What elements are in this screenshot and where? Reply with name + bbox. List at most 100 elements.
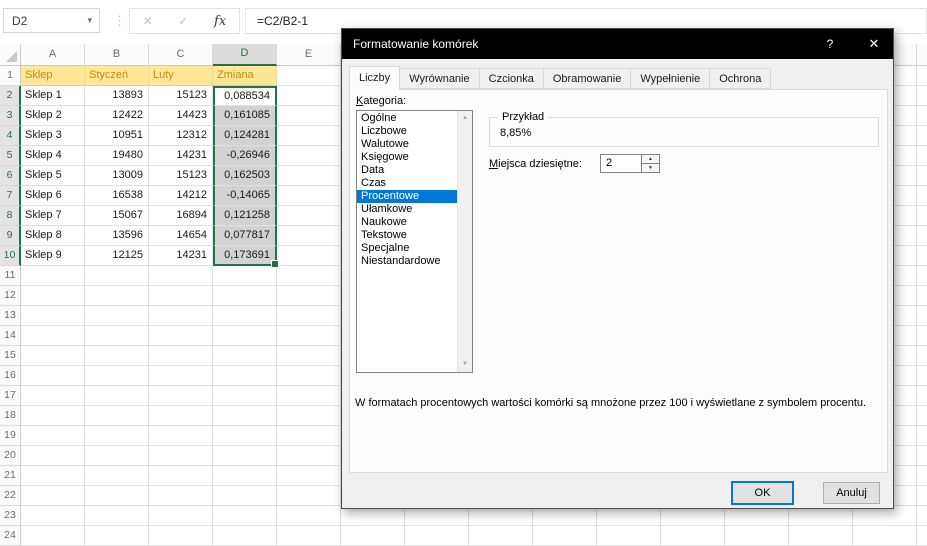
cell-C5[interactable]: 14231 <box>149 146 213 166</box>
cell[interactable] <box>405 526 469 546</box>
cell-C13[interactable] <box>149 306 213 326</box>
cell-B20[interactable] <box>85 446 149 466</box>
row-header-23[interactable]: 23 <box>0 506 21 526</box>
cell-A4[interactable]: Sklep 3 <box>21 126 85 146</box>
row-header-7[interactable]: 7 <box>0 186 21 206</box>
cell[interactable] <box>725 506 789 526</box>
cell[interactable] <box>917 226 927 246</box>
cell-D2[interactable]: 0,088534 <box>213 86 277 106</box>
cell[interactable] <box>917 326 927 346</box>
cell-E4[interactable] <box>277 126 341 146</box>
cell[interactable] <box>341 526 405 546</box>
cell-A11[interactable] <box>21 266 85 286</box>
category-item-naukowe[interactable]: Naukowe <box>357 216 457 229</box>
cell-A23[interactable] <box>21 506 85 526</box>
row-header-4[interactable]: 4 <box>0 126 21 146</box>
cell-B14[interactable] <box>85 326 149 346</box>
cell-C23[interactable] <box>149 506 213 526</box>
row-header-14[interactable]: 14 <box>0 326 21 346</box>
cell-D6[interactable]: 0,162503 <box>213 166 277 186</box>
select-all-corner[interactable] <box>0 44 21 66</box>
decimal-places-value[interactable]: 2 <box>606 157 612 169</box>
cell-D10[interactable]: 0,173691 <box>213 246 277 266</box>
cell-D18[interactable] <box>213 406 277 426</box>
column-header[interactable] <box>917 44 927 66</box>
cell[interactable] <box>917 306 927 326</box>
cell[interactable] <box>405 506 469 526</box>
cell-C4[interactable]: 12312 <box>149 126 213 146</box>
cell-C3[interactable]: 14423 <box>149 106 213 126</box>
cell[interactable] <box>917 246 927 266</box>
cell-E9[interactable] <box>277 226 341 246</box>
cell-E18[interactable] <box>277 406 341 426</box>
cell[interactable] <box>469 506 533 526</box>
tab-wyrównanie[interactable]: Wyrównanie <box>399 68 479 89</box>
cell-D21[interactable] <box>213 466 277 486</box>
cell-C18[interactable] <box>149 406 213 426</box>
cell-D19[interactable] <box>213 426 277 446</box>
cell-A15[interactable] <box>21 346 85 366</box>
cell-E13[interactable] <box>277 306 341 326</box>
cell-C8[interactable]: 16894 <box>149 206 213 226</box>
cell-A24[interactable] <box>21 526 85 546</box>
cell-B6[interactable]: 13009 <box>85 166 149 186</box>
category-item-ogólne[interactable]: Ogólne <box>357 112 457 125</box>
cell-C10[interactable]: 14231 <box>149 246 213 266</box>
row-header-22[interactable]: 22 <box>0 486 21 506</box>
cell-D5[interactable]: -0,26946 <box>213 146 277 166</box>
cell-B12[interactable] <box>85 286 149 306</box>
cell-D22[interactable] <box>213 486 277 506</box>
cell-C11[interactable] <box>149 266 213 286</box>
cancel-entry-icon[interactable]: ✕ <box>143 14 153 28</box>
cell[interactable] <box>917 266 927 286</box>
cell-E23[interactable] <box>277 506 341 526</box>
cell[interactable] <box>917 366 927 386</box>
cell-C14[interactable] <box>149 326 213 346</box>
cell[interactable] <box>341 506 405 526</box>
scroll-up-icon[interactable]: ▲ <box>458 111 472 126</box>
cell-E22[interactable] <box>277 486 341 506</box>
cell-E3[interactable] <box>277 106 341 126</box>
listbox-scrollbar[interactable]: ▲ ▼ <box>457 111 472 372</box>
cell-B10[interactable]: 12125 <box>85 246 149 266</box>
cell-D1[interactable]: Zmiana <box>213 66 277 86</box>
cell-D15[interactable] <box>213 346 277 366</box>
cell-D24[interactable] <box>213 526 277 546</box>
cell-B21[interactable] <box>85 466 149 486</box>
cell-E12[interactable] <box>277 286 341 306</box>
cell-A16[interactable] <box>21 366 85 386</box>
cell-D7[interactable]: -0,14065 <box>213 186 277 206</box>
cell-D3[interactable]: 0,161085 <box>213 106 277 126</box>
tab-wypełnienie[interactable]: Wypełnienie <box>630 68 710 89</box>
category-item-księgowe[interactable]: Księgowe <box>357 151 457 164</box>
cell-A21[interactable] <box>21 466 85 486</box>
cell[interactable] <box>917 206 927 226</box>
cell-E24[interactable] <box>277 526 341 546</box>
cell[interactable] <box>917 446 927 466</box>
category-item-tekstowe[interactable]: Tekstowe <box>357 229 457 242</box>
cell-A1[interactable]: Sklep <box>21 66 85 86</box>
cell-E8[interactable] <box>277 206 341 226</box>
cell[interactable] <box>533 526 597 546</box>
cell-D12[interactable] <box>213 286 277 306</box>
cell-B1[interactable]: Styczeń <box>85 66 149 86</box>
cell-C22[interactable] <box>149 486 213 506</box>
cell-D13[interactable] <box>213 306 277 326</box>
cell[interactable] <box>661 506 725 526</box>
cell-E14[interactable] <box>277 326 341 346</box>
cell-D11[interactable] <box>213 266 277 286</box>
category-item-data[interactable]: Data <box>357 164 457 177</box>
cell-A19[interactable] <box>21 426 85 446</box>
cell[interactable] <box>917 186 927 206</box>
decimal-places-spinner[interactable]: 2 ▲ ▼ <box>600 154 660 173</box>
row-header-6[interactable]: 6 <box>0 166 21 186</box>
cell[interactable] <box>917 426 927 446</box>
cell-B8[interactable]: 15067 <box>85 206 149 226</box>
cell-A22[interactable] <box>21 486 85 506</box>
row-header-12[interactable]: 12 <box>0 286 21 306</box>
cell-B16[interactable] <box>85 366 149 386</box>
cell-C1[interactable]: Luty <box>149 66 213 86</box>
cell-B7[interactable]: 16538 <box>85 186 149 206</box>
row-header-13[interactable]: 13 <box>0 306 21 326</box>
cell-E15[interactable] <box>277 346 341 366</box>
